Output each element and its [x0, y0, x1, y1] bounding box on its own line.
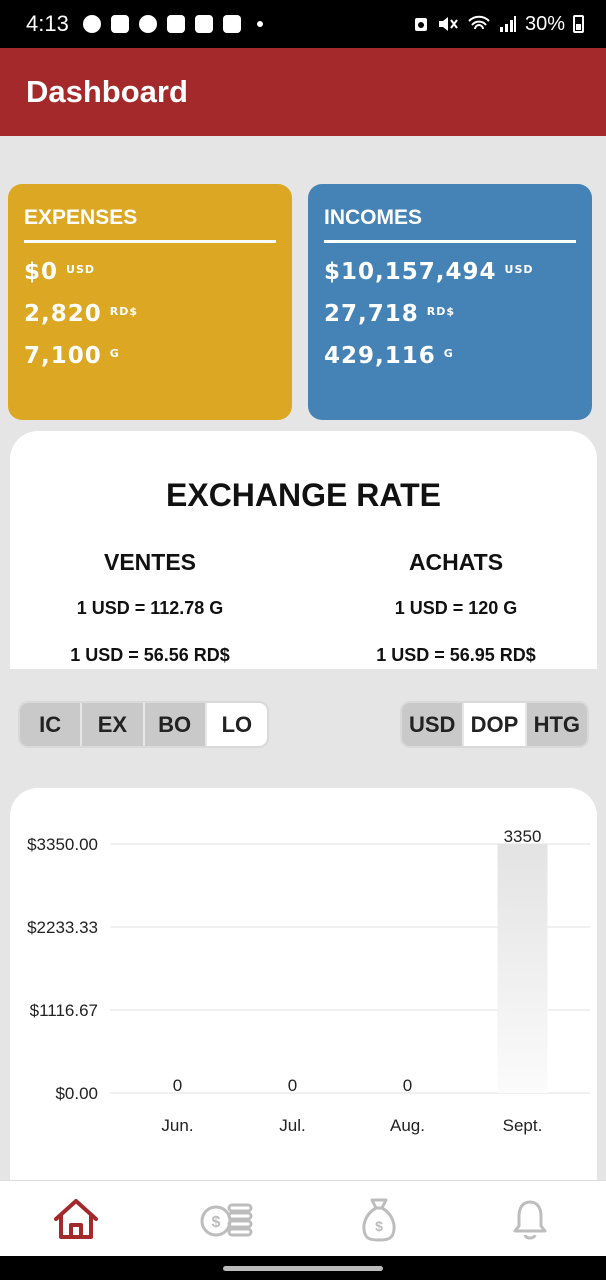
coins-icon: $	[200, 1203, 253, 1236]
x-category-label: Aug.	[390, 1116, 425, 1135]
ventes-htg-rate: 1 USD = 112.78 G	[76, 598, 224, 618]
bar-chart: $0.00 $1116.67 $2233.33 $3350.00 0 Jun. 0 Jul. 0…	[27, 827, 590, 1135]
bar-value-label: 0	[288, 1076, 297, 1095]
incomes-title: INCOMES	[324, 206, 576, 243]
svg-text:$: $	[375, 1218, 383, 1234]
expenses-dop-row: 2,820 RD$	[24, 301, 276, 327]
chart-card: $0.00 $1116.67 $2233.33 $3350.00 0 Jun. 0 Jul. 0…	[10, 788, 597, 1180]
type-option-bo[interactable]: BO	[145, 703, 207, 746]
money-bag-icon: $	[362, 1198, 396, 1242]
achats-htg-rate: 1 USD = 120 G	[394, 598, 518, 618]
type-option-ic[interactable]: IC	[20, 703, 83, 746]
y-tick-label: $3350.00	[27, 835, 98, 854]
battery-percent: 30%	[524, 12, 565, 35]
bottom-navigation: $ $	[0, 1180, 606, 1256]
x-category-label: Jun.	[161, 1116, 193, 1135]
incomes-dop-row: 27,718 RD$	[324, 301, 576, 327]
alarm-icon	[414, 18, 427, 31]
nav-coins[interactable]: $	[187, 1189, 267, 1249]
expenses-usd-currency: USD	[66, 263, 96, 276]
expenses-usd-value: $0	[24, 259, 59, 285]
battery-icon	[573, 15, 584, 33]
app-s-icon	[110, 15, 129, 33]
currency-toggle-group: USD DOP HTG	[400, 701, 589, 748]
expenses-htg-currency: G	[109, 347, 120, 360]
nav-home[interactable]	[36, 1189, 116, 1249]
type-toggle-group: IC EX BO LO	[18, 701, 269, 748]
achats-title: ACHATS	[408, 549, 504, 575]
achats-column: ACHATS 1 USD = 120 G 1 USD = 56.95 RD$	[316, 549, 596, 666]
status-right: 30%	[413, 13, 584, 36]
messenger-icon	[82, 15, 101, 33]
bell-icon	[513, 1200, 547, 1239]
expenses-htg-value: 7,100	[24, 343, 102, 369]
status-left: 4:13	[26, 11, 263, 37]
app-f-icon	[222, 15, 241, 33]
incomes-usd-row: $10,157,494 USD	[324, 259, 576, 285]
y-tick-label: $1116.67	[30, 1001, 98, 1020]
home-icon	[53, 1198, 98, 1239]
x-category-label: Jul.	[279, 1116, 305, 1135]
ventes-column: VENTES 1 USD = 112.78 G 1 USD = 56.56 RD…	[10, 549, 290, 666]
incomes-usd-currency: USD	[504, 263, 534, 276]
bar-value-label: 3350	[504, 827, 542, 846]
type-option-ex[interactable]: EX	[82, 703, 145, 746]
signal-icon	[499, 16, 516, 32]
status-bar: 4:13 30%	[0, 0, 606, 48]
ventes-title: VENTES	[103, 549, 197, 575]
nav-notifications[interactable]	[490, 1189, 570, 1249]
type-option-lo[interactable]: LO	[206, 703, 267, 746]
app-bar: Dashboard	[0, 48, 606, 136]
incomes-htg-value: 429,116	[324, 343, 436, 369]
incomes-dop-currency: RD$	[426, 305, 456, 318]
page-title: Dashboard	[26, 74, 188, 109]
y-tick-label: $0.00	[55, 1084, 98, 1103]
bar-value-label: 0	[173, 1076, 182, 1095]
x-category-label: Sept.	[503, 1116, 543, 1135]
incomes-htg-currency: G	[443, 347, 454, 360]
exchange-rate-title: EXCHANGE RATE	[166, 477, 441, 513]
status-time: 4:13	[26, 11, 69, 36]
incomes-htg-row: 429,116 G	[324, 343, 576, 369]
expenses-htg-row: 7,100 G	[24, 343, 276, 369]
incomes-card[interactable]: INCOMES $10,157,494 USD 27,718 RD$ 429,1…	[308, 184, 592, 420]
expenses-title: EXPENSES	[24, 206, 276, 243]
gesture-bar	[0, 1256, 606, 1280]
y-tick-label: $2233.33	[27, 918, 98, 937]
cloud-icon	[138, 15, 157, 33]
expenses-dop-value: 2,820	[24, 301, 102, 327]
nav-money-bag[interactable]: $	[339, 1189, 419, 1249]
bar-value-label: 0	[403, 1076, 412, 1095]
currency-option-usd[interactable]: USD	[402, 703, 465, 746]
ventes-dop-rate: 1 USD = 56.56 RD$	[70, 645, 230, 665]
gmail-icon	[194, 15, 213, 33]
expenses-card[interactable]: EXPENSES $0 USD 2,820 RD$ 7,100 G	[8, 184, 292, 420]
expenses-dop-currency: RD$	[109, 305, 139, 318]
currency-option-htg[interactable]: HTG	[527, 703, 587, 746]
svg-text:$: $	[212, 1214, 221, 1231]
more-notifications-icon	[256, 21, 263, 27]
home-gesture-handle[interactable]	[223, 1266, 383, 1271]
linkedin-icon	[166, 15, 185, 33]
achats-dop-rate: 1 USD = 56.95 RD$	[376, 645, 536, 665]
incomes-usd-value: $10,157,494	[324, 259, 497, 285]
exchange-rate-card: EXCHANGE RATE VENTES 1 USD = 112.78 G 1 …	[10, 431, 597, 669]
wifi-icon	[468, 15, 490, 30]
expenses-usd-row: $0 USD	[24, 259, 276, 285]
chart-bar	[497, 844, 548, 1093]
incomes-dop-value: 27,718	[324, 301, 419, 327]
currency-option-dop[interactable]: DOP	[464, 703, 527, 746]
mute-icon	[438, 17, 458, 31]
